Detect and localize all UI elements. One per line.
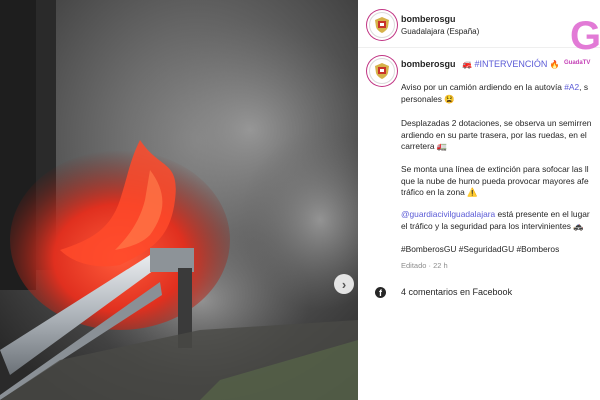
next-photo-button[interactable]: › xyxy=(334,274,354,294)
caption-line: tráfico en la zona ⚠️ xyxy=(401,187,478,197)
facebook-comments-row[interactable]: f 4 comentarios en Facebook xyxy=(358,278,600,308)
caption-hashtags[interactable]: #BomberosGU #SeguridadGU #Bomberos xyxy=(401,244,600,256)
caption-paragraph-1: Aviso por un camión ardiendo en la autov… xyxy=(401,82,600,105)
caption-line: Se monta una línea de extinción para sof… xyxy=(401,164,589,174)
hashtag-intervencion[interactable]: #INTERVENCIÓN xyxy=(475,59,548,69)
post-location[interactable]: Guadalajara (España) xyxy=(401,27,479,36)
caption-line: ardiendo en su parte trasera, por las ru… xyxy=(401,129,587,140)
caption-username[interactable]: bomberosgu xyxy=(401,59,456,69)
caption-line: que la nube de humo pueda provocar mayor… xyxy=(401,175,589,186)
caption-line: carretera 🚛 xyxy=(401,141,448,151)
caption-line: Desplazadas 2 dotaciones, se observa un … xyxy=(401,118,592,128)
firefighter-shield-icon xyxy=(375,17,389,33)
post-username[interactable]: bomberosgu xyxy=(401,14,456,24)
caption-line: @guardiacivilguadalajara está presente e… xyxy=(401,209,590,219)
caption-paragraph-4: @guardiacivilguadalajara está presente e… xyxy=(401,209,600,232)
fire-icon: 🔥 xyxy=(549,60,560,69)
watermark-letter: G xyxy=(570,14,600,58)
avatar[interactable] xyxy=(369,12,395,38)
hashtag-a2[interactable]: #A2 xyxy=(564,82,579,92)
fire-truck-icon: 🚒 xyxy=(462,60,472,69)
caption-paragraph-3: Se monta una línea de extinción para sof… xyxy=(401,164,600,199)
post-photo: › xyxy=(0,0,358,400)
firefighter-shield-icon xyxy=(375,63,389,79)
caption-line: personales 😫 xyxy=(401,93,455,104)
caption-line: Aviso por un camión ardiendo en la autov… xyxy=(401,82,589,92)
mention-guardia-civil[interactable]: @guardiacivilguadalajara xyxy=(401,209,495,219)
caption-line: el tráfico y la seguridad para los inter… xyxy=(401,220,584,231)
facebook-icon: f xyxy=(375,287,386,298)
caption-paragraph-2: Desplazadas 2 dotaciones, se observa un … xyxy=(401,118,600,153)
caption-header: bomberosgu 🚒 #INTERVENCIÓN 🔥 xyxy=(401,59,560,69)
post-edited-time: Editado · 22 h xyxy=(401,261,448,270)
comments-count[interactable]: 4 comentarios en Facebook xyxy=(401,287,512,297)
post-caption: bomberosgu 🚒 #INTERVENCIÓN 🔥 Aviso por u… xyxy=(358,54,600,284)
truck-fire-photo xyxy=(0,0,358,400)
post-sidebar: bomberosgu Guadalajara (España) G GuadaT… xyxy=(358,0,600,400)
avatar[interactable] xyxy=(369,58,395,84)
